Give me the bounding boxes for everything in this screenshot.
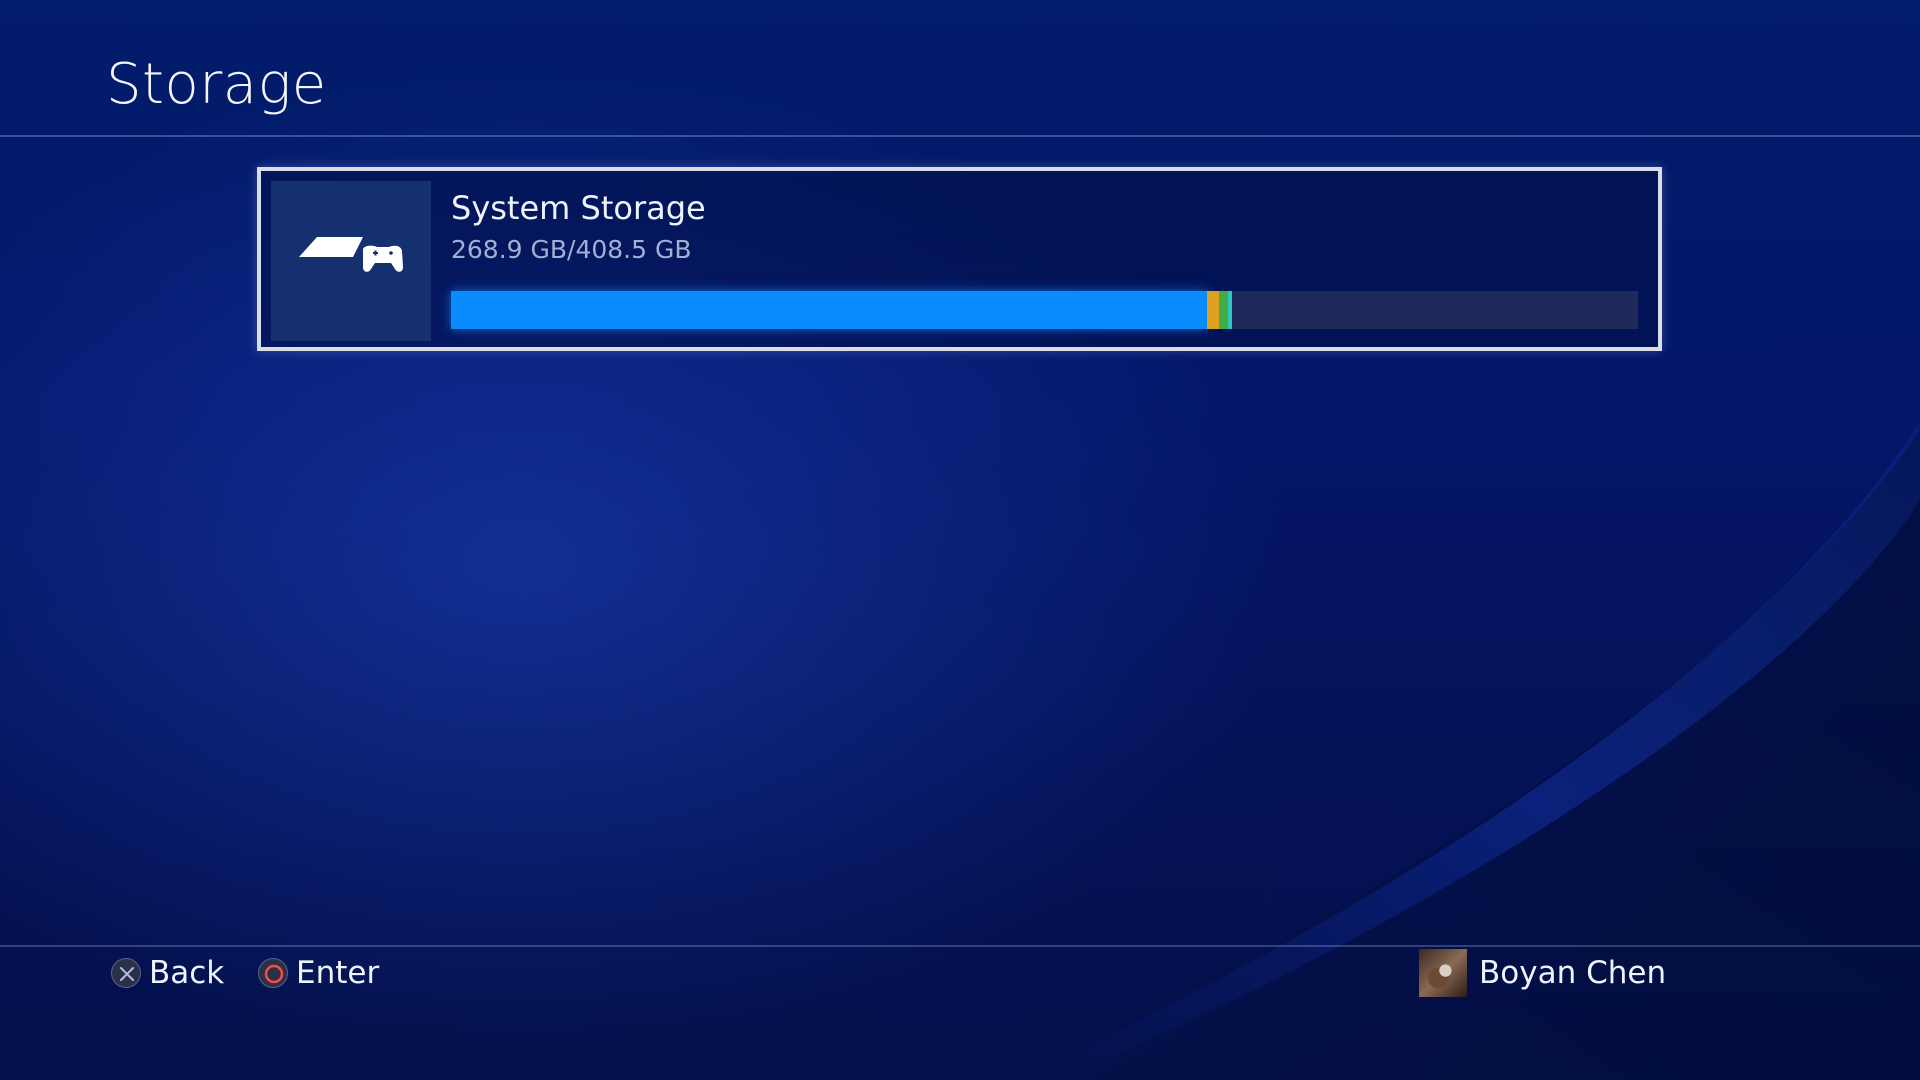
storage-icon-tile — [271, 181, 431, 341]
avatar — [1419, 949, 1467, 997]
cross-button-icon — [111, 958, 141, 988]
user-profile[interactable]: Boyan Chen — [1419, 948, 1666, 998]
footer-divider — [0, 945, 1920, 947]
header-divider — [0, 135, 1920, 137]
user-name: Boyan Chen — [1479, 955, 1667, 991]
background-swoosh — [980, 420, 1920, 1080]
storage-name: System Storage — [451, 189, 706, 227]
usage-segment-themes — [1228, 291, 1233, 329]
back-label: Back — [149, 955, 225, 991]
circle-button-icon — [258, 958, 288, 988]
back-hint[interactable]: Back — [111, 953, 224, 993]
page-title: Storage — [106, 52, 327, 117]
storage-usage-bar — [451, 291, 1638, 329]
enter-hint[interactable]: Enter — [258, 953, 379, 993]
ps4-console-controller-icon — [299, 237, 403, 272]
system-storage-item[interactable]: System Storage 268.9 GB/408.5 GB — [257, 167, 1662, 351]
usage-segment-applications — [451, 291, 1208, 329]
storage-screen: Storage System Storage 268.9 GB/408.5 GB… — [0, 0, 1920, 1080]
usage-segment-captures — [1207, 291, 1219, 329]
enter-label: Enter — [296, 955, 380, 991]
storage-usage-text: 268.9 GB/408.5 GB — [451, 235, 692, 264]
usage-segment-saved-data — [1218, 291, 1229, 329]
